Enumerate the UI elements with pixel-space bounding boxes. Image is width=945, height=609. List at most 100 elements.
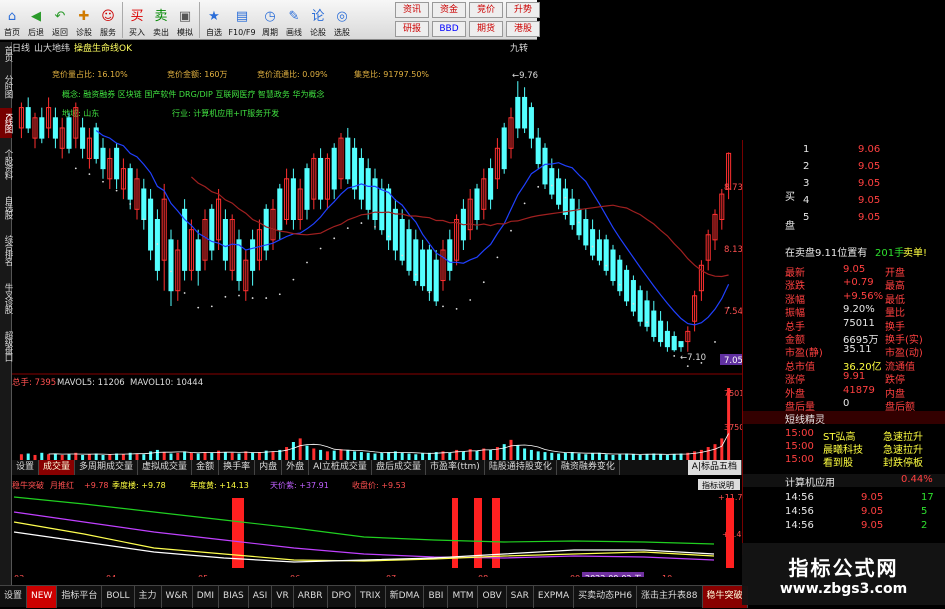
candle-body xyxy=(433,259,439,302)
volume-bar xyxy=(366,452,370,460)
toolbar-button-11[interactable]: ✎ 画线 xyxy=(282,0,306,40)
sub-tab-2[interactable]: 多周期成交量 xyxy=(75,460,139,475)
indicator-tab-4[interactable]: 主力 xyxy=(135,586,162,608)
region-label: 地域: 山东 xyxy=(62,108,99,118)
indicator-tab-18[interactable]: EXPMA xyxy=(534,586,575,608)
side-tab-0[interactable]: 首页 xyxy=(0,42,13,64)
indicator-tab-0[interactable]: 设置 xyxy=(0,586,28,608)
top-button-3[interactable]: 升势 xyxy=(506,2,540,18)
sub-tab-0[interactable]: 设置 xyxy=(12,460,40,475)
side-tabs: 首页分时图 K线图个股资料自选股综合排名牛叉诊股超级盘口 xyxy=(0,42,13,597)
candle-body xyxy=(447,239,453,271)
toolbar-separator xyxy=(199,2,200,38)
toolbar-button-13[interactable]: ◎ 选股 xyxy=(330,0,354,40)
toolbar-button-label: 返回 xyxy=(52,28,68,37)
auction-amount: 竞价金额: 160万 xyxy=(167,69,228,79)
indicator-tab-21[interactable]: 稳牛突破 xyxy=(702,586,748,608)
sub-tab-5[interactable]: 换手率 xyxy=(219,460,256,475)
indicator-tab-2[interactable]: 指标平台 xyxy=(57,586,103,608)
volume-bar xyxy=(563,452,567,460)
date-axis-07: 07 xyxy=(386,574,396,577)
indicator-tab-19[interactable]: 买卖动态PH6 xyxy=(574,586,638,608)
top-button-6[interactable]: 期货 xyxy=(469,21,503,37)
toolbar-button-12[interactable]: 论论股 xyxy=(306,0,330,40)
volume-bar xyxy=(387,452,391,460)
quote-row: 金额 6695万 换手(实) xyxy=(743,331,945,346)
side-tab-2[interactable]: K线图 xyxy=(0,108,13,138)
toolbar-button-0[interactable]: ⌂ 首页 xyxy=(0,0,24,40)
sub-tab-10[interactable]: 市盈率(ttm) xyxy=(426,460,485,475)
toolbar-button-9[interactable]: ▤ F10/F9 xyxy=(226,0,258,40)
indicator-tab-14[interactable]: BBI xyxy=(424,586,449,608)
side-tab-6[interactable]: 牛叉诊股 xyxy=(0,276,13,320)
indicator-tab-7[interactable]: BIAS xyxy=(219,586,249,608)
candle-body xyxy=(141,188,147,220)
tick-time: 14:56 xyxy=(785,506,814,517)
support-dot xyxy=(374,225,376,228)
side-tab-5[interactable]: 综合排名 xyxy=(0,228,13,272)
top-button-4[interactable]: 研报 xyxy=(395,21,429,37)
candle-body xyxy=(379,188,385,231)
indicator-tab-9[interactable]: VR xyxy=(272,586,294,608)
toolbar-button-1[interactable]: ◀ 后退 xyxy=(24,0,48,40)
sub-tab-6[interactable]: 内盘 xyxy=(255,460,283,475)
side-tab-7[interactable]: 超级盘口 xyxy=(0,324,13,368)
indicator-tab-1[interactable]: NEW xyxy=(27,586,58,608)
volume-axis-mid: 37505 xyxy=(724,423,742,432)
top-button-5[interactable]: BBD xyxy=(432,21,466,37)
candle-body xyxy=(474,188,480,220)
toolbar-button-5[interactable]: 买买入 xyxy=(125,0,149,40)
indicator-tab-12[interactable]: TRIX xyxy=(356,586,386,608)
indicator-tab-3[interactable]: BOLL xyxy=(102,586,135,608)
top-button-7[interactable]: 港股 xyxy=(506,21,540,37)
indicator-tab-8[interactable]: ASI xyxy=(249,586,273,608)
candle-body xyxy=(386,188,392,241)
sub-tab-7[interactable]: 外盘 xyxy=(282,460,310,475)
top-button-0[interactable]: 资讯 xyxy=(395,2,429,18)
sub-tab-8[interactable]: AI立桩成交量 xyxy=(309,460,372,475)
support-dot xyxy=(455,307,458,310)
indicator-tab-11[interactable]: DPO xyxy=(328,586,356,608)
quote-row: 外盘 41879 内盘 xyxy=(743,385,945,400)
indicator-tab-13[interactable]: 新DMA xyxy=(386,586,425,608)
quote-row: 振幅 9.20% 量比 xyxy=(743,304,945,319)
sub-tab-1[interactable]: 成交量 xyxy=(39,460,76,475)
indicator-tab-20[interactable]: 涨击主升表88 xyxy=(637,586,703,608)
side-tab-3[interactable]: 个股资料 xyxy=(0,142,13,186)
sub-tab-4[interactable]: 金额 xyxy=(192,460,220,475)
support-dot xyxy=(482,281,485,284)
top-button-2[interactable]: 竞价 xyxy=(469,2,503,18)
side-tab-1[interactable]: 分时图 xyxy=(0,68,13,104)
toolbar-button-3[interactable]: ✚ 诊股 xyxy=(72,0,96,40)
toolbar-button-10[interactable]: ◷ 周期 xyxy=(258,0,282,40)
candle-body xyxy=(671,335,677,351)
volume-ma-line xyxy=(48,433,729,455)
indicator-tab-5[interactable]: W&R xyxy=(162,586,193,608)
side-tab-4[interactable]: 自选股 xyxy=(0,190,13,224)
low-price-label: ←7.10 xyxy=(680,353,706,363)
toolbar-button-8[interactable]: ★ 自选 xyxy=(202,0,226,40)
candle-body xyxy=(528,107,534,139)
sub-tab-9[interactable]: 盘后成交量 xyxy=(372,460,426,475)
price-axis-754: 7.54 xyxy=(724,307,742,317)
indicator-tab-10[interactable]: ARBR xyxy=(294,586,328,608)
toolbar-button-7[interactable]: ▣ 模拟 xyxy=(173,0,197,40)
sub-tab-3[interactable]: 虚拟成交量 xyxy=(138,460,193,475)
candle-body xyxy=(583,219,589,246)
toolbar-button-4[interactable]: ☺ 服务 xyxy=(96,0,120,40)
kline-chart[interactable]: 日线 山大地纬 操盘生命线OK 九转竞价量占比: 16.10% 竞价金额: 160万 竞价… xyxy=(12,42,742,577)
sub-tab-quote-five[interactable]: A|标品五档 xyxy=(687,460,742,475)
indicator-tab-17[interactable]: SAR xyxy=(507,586,534,608)
indicator-tab-16[interactable]: OBV xyxy=(478,586,507,608)
indicator-tab-15[interactable]: MTM xyxy=(448,586,479,608)
toolbar-button-label: 自选 xyxy=(206,28,222,37)
candle-body xyxy=(556,178,562,205)
top-button-1[interactable]: 资金 xyxy=(432,2,466,18)
sub-tab-11[interactable]: 陆股通持股变化 xyxy=(485,460,557,475)
toolbar-button-6[interactable]: 卖卖出 xyxy=(149,0,173,40)
indicator-tab-6[interactable]: DMI xyxy=(193,586,220,608)
toolbar-button-2[interactable]: ↶ 返回 xyxy=(48,0,72,40)
support-dot xyxy=(306,261,308,264)
sub-tab-12[interactable]: 融资融券变化 xyxy=(557,460,620,475)
candle-body xyxy=(277,188,283,231)
